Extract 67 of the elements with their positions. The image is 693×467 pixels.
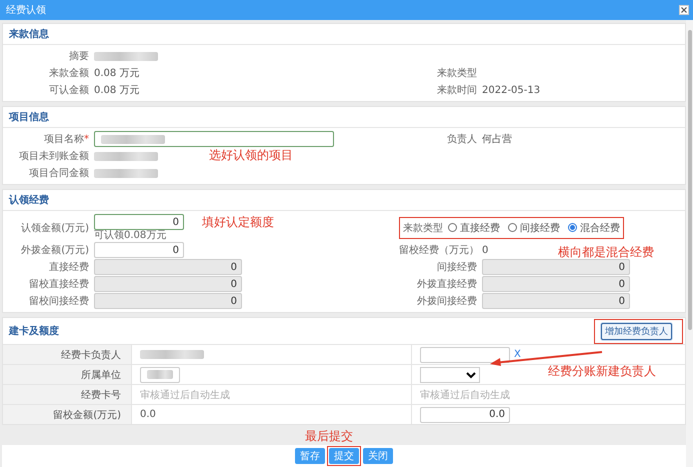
close-icon[interactable] (679, 5, 689, 15)
section-title: 认领经费 (9, 194, 49, 207)
field-label: 直接经费 (49, 262, 89, 273)
radio-option[interactable]: 直接经费 (448, 220, 500, 234)
annotation-text: 经费分账新建负责人 (548, 362, 656, 380)
input-field[interactable] (140, 366, 180, 382)
auto-generated-hint: 审核通过后自动生成 (420, 388, 510, 402)
readonly-field[interactable]: 0 (94, 293, 242, 309)
field-label: 留校间接经费 (29, 296, 89, 307)
field-value: 0.08 万元 (94, 67, 140, 80)
field-label: 来款类型 (403, 222, 443, 234)
readonly-field[interactable]: 0 (94, 276, 242, 292)
field-label: 来款金额 (49, 68, 89, 79)
redacted-text (94, 152, 158, 160)
field-value: 0 (482, 244, 488, 256)
row-label: 留校金额(万元) (53, 408, 121, 422)
annotation-text: 选好认领的项目 (209, 147, 293, 164)
field-label: 项目合同金额 (29, 168, 89, 179)
row-label: 经费卡号 (81, 388, 121, 402)
row-label: 经费卡负责人 (61, 348, 121, 362)
readonly-field[interactable]: 0 (482, 276, 630, 292)
input-field[interactable]: 0 (94, 214, 184, 230)
annotation-text: 横向都是混合经费 (558, 244, 654, 260)
redacted-text (94, 168, 158, 178)
radio-option[interactable]: 混合经费 (568, 220, 620, 234)
readonly-field[interactable]: 0 (482, 293, 630, 309)
section-title: 建卡及额度 (9, 324, 59, 338)
input-field[interactable]: 0 (94, 242, 184, 258)
field-label: 外拨直接经费 (417, 279, 477, 290)
annotation-text: 填好认定额度 (202, 214, 274, 231)
field-value: 0.08 万元 (94, 84, 140, 97)
field-label: 间接经费 (437, 262, 477, 273)
readonly-field[interactable]: 0 (482, 259, 630, 275)
annotation-text: 最后提交 (305, 428, 353, 445)
window-title: 经费认领 (6, 4, 46, 17)
clear-link[interactable]: X (514, 349, 521, 360)
redacted-text (94, 52, 158, 60)
field-value: 2022-05-13 (482, 84, 540, 96)
field-label: 可认金额 (49, 85, 89, 96)
field-value: 0.0 (140, 409, 156, 420)
field-hint: 可认领0.08万元 (94, 230, 168, 241)
field-label: 摘要 (69, 51, 89, 62)
input-field[interactable]: 0.0 (420, 406, 510, 422)
field-label: 来款类型 (437, 68, 477, 79)
redacted-text (140, 350, 204, 359)
section-title: 项目信息 (9, 110, 49, 124)
field-label: 负责人 (447, 134, 477, 145)
field-label: 留校直接经费 (29, 279, 89, 290)
input-field[interactable] (94, 131, 334, 147)
required-mark: * (84, 134, 89, 145)
input-field[interactable] (420, 346, 510, 362)
field-label: 来款时间 (437, 85, 477, 96)
field-label: 项目未到账金额 (19, 151, 89, 162)
field-label: 外拨金额(万元) (21, 245, 89, 256)
auto-generated-hint: 审核通过后自动生成 (140, 388, 230, 402)
field-value: 何占营 (482, 132, 512, 146)
field-label: 外拨间接经费 (417, 296, 477, 307)
add-person-button[interactable]: 增加经费负责人 (601, 322, 672, 340)
dropdown[interactable] (420, 366, 480, 382)
scrollbar[interactable] (686, 20, 693, 467)
field-label: 认领金额(万元) (21, 222, 89, 234)
radio-option[interactable]: 间接经费 (508, 220, 560, 234)
field-label: 留校经费（万元） (399, 245, 479, 256)
readonly-field[interactable]: 0 (94, 259, 242, 275)
section-title: 来款信息 (9, 28, 49, 41)
field-label: 项目名称 (44, 134, 84, 145)
row-label: 所属单位 (81, 368, 121, 382)
